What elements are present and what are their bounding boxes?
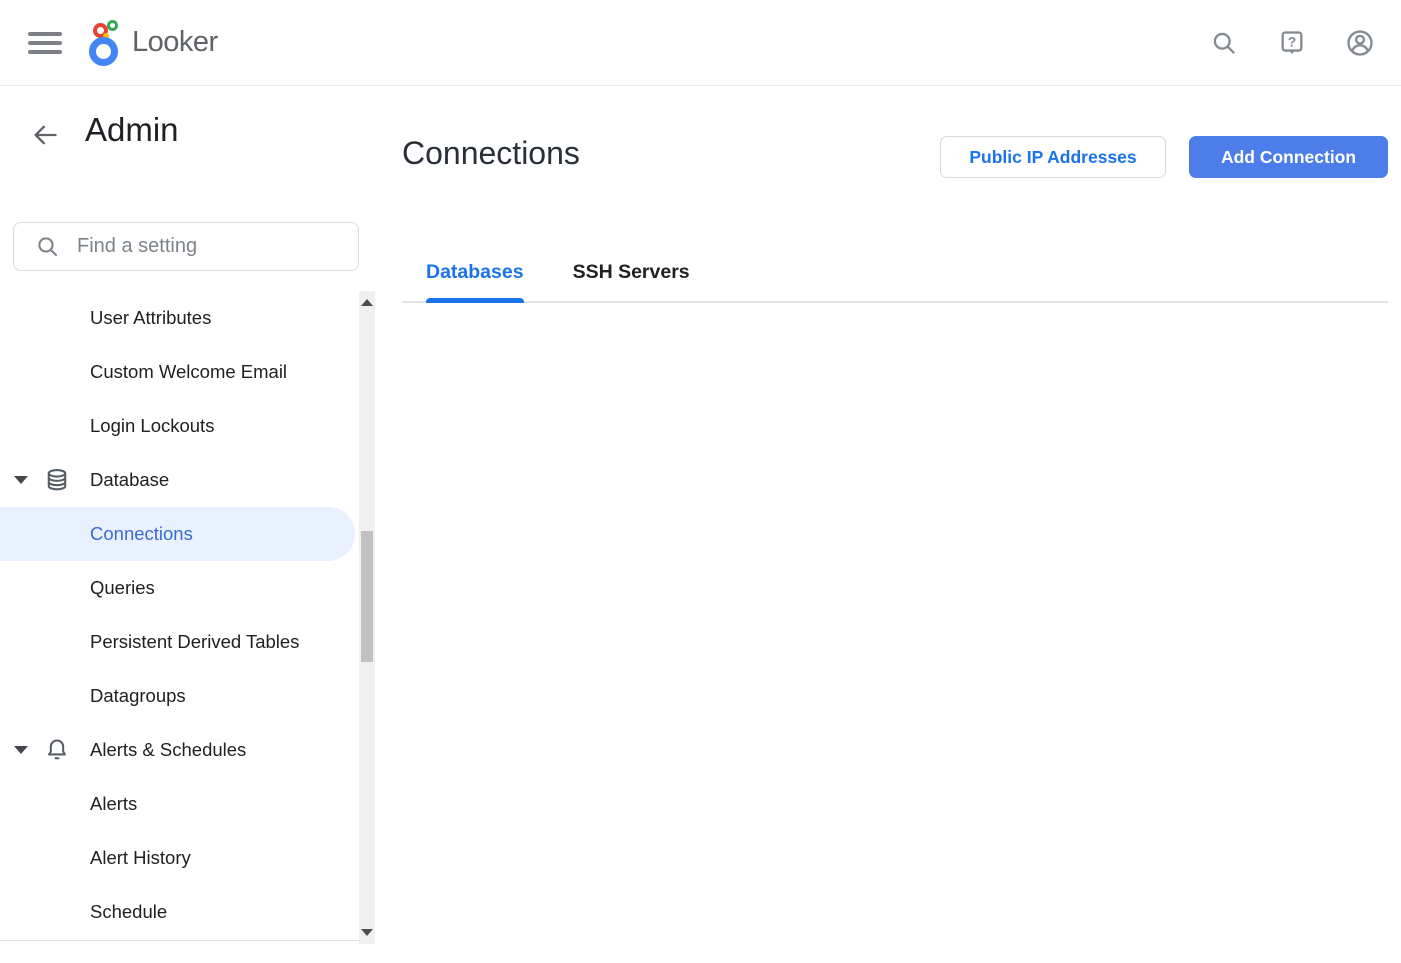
top-app-bar: Looker ?	[0, 0, 1401, 86]
sidebar-scrollbar[interactable]	[359, 291, 375, 944]
account-icon	[1345, 28, 1375, 58]
svg-text:?: ?	[1288, 33, 1297, 49]
sidebar-section-alerts-schedules[interactable]: Alerts & Schedules	[0, 723, 375, 777]
back-button[interactable]	[31, 121, 59, 149]
sidebar-item-queries[interactable]: Queries	[0, 561, 375, 615]
brand-name: Looker	[132, 26, 218, 59]
search-button[interactable]	[1209, 28, 1239, 58]
add-connection-button[interactable]: Add Connection	[1189, 136, 1388, 178]
back-arrow-icon	[31, 121, 59, 149]
sidebar-title: Admin	[85, 111, 179, 149]
page-title: Connections	[402, 135, 580, 172]
search-icon	[35, 234, 60, 259]
scrollbar-thumb[interactable]	[361, 531, 373, 662]
bell-icon	[44, 737, 70, 763]
sidebar-item-schedule[interactable]: Schedule	[0, 885, 375, 939]
main-content: Connections Public IP Addresses Add Conn…	[375, 87, 1401, 963]
scroll-down-arrow-icon[interactable]	[361, 929, 373, 936]
settings-search-input[interactable]	[77, 235, 358, 258]
menu-icon	[28, 32, 62, 36]
collapse-caret-icon[interactable]	[14, 746, 28, 754]
sidebar-item-alert-history[interactable]: Alert History	[0, 831, 375, 885]
sidebar-section-database[interactable]: Database	[0, 453, 375, 507]
topbar-actions: ?	[1209, 28, 1375, 58]
account-button[interactable]	[1345, 28, 1375, 58]
settings-nav-list: User Attributes Custom Welcome Email Log…	[0, 291, 375, 941]
search-icon	[1210, 29, 1238, 57]
connections-tabs: Databases SSH Servers	[402, 243, 1388, 303]
tab-databases[interactable]: Databases	[426, 243, 524, 301]
settings-search-box[interactable]	[13, 222, 359, 271]
hamburger-menu-button[interactable]	[28, 32, 62, 54]
sidebar-item-connections[interactable]: Connections	[0, 507, 355, 561]
admin-sidebar: Admin User Attributes Custom Welcome Ema…	[0, 87, 375, 963]
sidebar-item-alerts[interactable]: Alerts	[0, 777, 375, 831]
sidebar-item-login-lockouts[interactable]: Login Lockouts	[0, 399, 375, 453]
help-icon: ?	[1278, 29, 1306, 57]
scroll-up-arrow-icon[interactable]	[361, 299, 373, 306]
tab-ssh-servers[interactable]: SSH Servers	[573, 243, 690, 301]
sidebar-item-user-attributes[interactable]: User Attributes	[0, 291, 375, 345]
collapse-caret-icon[interactable]	[14, 476, 28, 484]
looker-logo-icon	[88, 20, 122, 66]
help-button[interactable]: ?	[1277, 28, 1307, 58]
admin-header: Admin	[0, 87, 375, 157]
looker-brand[interactable]: Looker	[88, 20, 218, 66]
sidebar-item-persistent-derived-tables[interactable]: Persistent Derived Tables	[0, 615, 375, 669]
sidebar-item-custom-welcome-email[interactable]: Custom Welcome Email	[0, 345, 375, 399]
database-icon	[44, 467, 70, 493]
databases-tab-panel	[402, 305, 1388, 945]
public-ip-addresses-button[interactable]: Public IP Addresses	[940, 136, 1166, 178]
sidebar-item-datagroups[interactable]: Datagroups	[0, 669, 375, 723]
page-actions: Public IP Addresses Add Connection	[940, 136, 1388, 178]
